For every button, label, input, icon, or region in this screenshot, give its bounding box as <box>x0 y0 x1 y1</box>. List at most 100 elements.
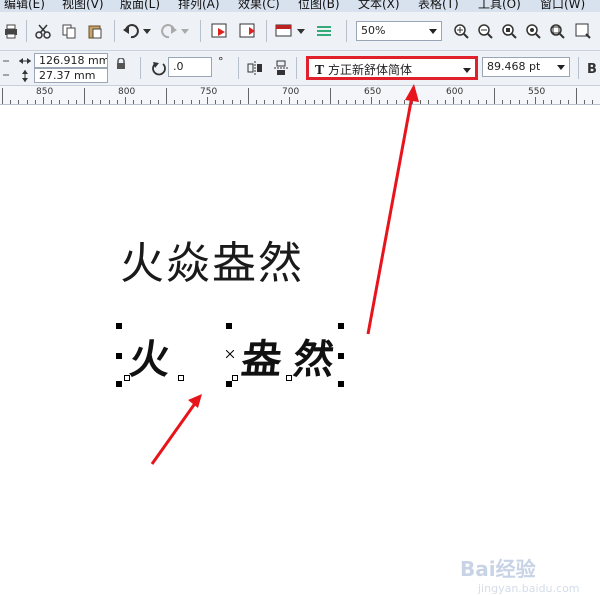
ruler-tick <box>18 100 19 104</box>
redo-icon[interactable] <box>160 22 178 40</box>
launcher-dropdown-icon[interactable] <box>296 24 306 38</box>
menu-tools[interactable]: 工具(O) <box>478 0 521 12</box>
baidu-watermark: Bai经验 jingyan.baidu.com <box>460 557 580 595</box>
text-node[interactable] <box>124 375 130 381</box>
ruler-tick <box>535 97 536 104</box>
menu-table[interactable]: 表格(T) <box>418 0 459 12</box>
ruler-tick <box>92 100 93 104</box>
zoom-level-select[interactable]: 50% <box>356 21 442 41</box>
menu-edit[interactable]: 编辑(E) <box>4 0 45 12</box>
selection-handle[interactable] <box>338 381 344 387</box>
mirror-vertical-icon[interactable] <box>272 59 290 77</box>
selection-handle[interactable] <box>226 381 232 387</box>
ruler-label: 600 <box>446 87 464 97</box>
selected-char-ang[interactable]: 盎 <box>239 327 285 385</box>
selection-handle[interactable] <box>226 323 232 329</box>
text-node[interactable] <box>178 375 184 381</box>
font-size-select[interactable]: 89.468 pt <box>482 57 570 77</box>
ruler-tick <box>363 100 364 104</box>
menu-layout[interactable]: 版面(L) <box>120 0 160 12</box>
menu-window[interactable]: 窗口(W) <box>540 0 585 12</box>
cut-icon[interactable] <box>34 22 52 40</box>
copy-icon[interactable] <box>60 22 78 40</box>
ruler-tick <box>10 100 11 104</box>
ruler-tick <box>256 100 257 104</box>
menu-bar: 编辑(E) 视图(V) 版面(L) 排列(A) 效果(C) 位图(B) 文本(X… <box>0 0 600 12</box>
menu-view[interactable]: 视图(V) <box>62 0 104 12</box>
ruler-tick <box>330 88 331 104</box>
import-icon[interactable] <box>210 22 230 40</box>
svg-text:B: B <box>587 62 597 75</box>
ruler-label: 700 <box>282 87 300 97</box>
drawing-canvas[interactable]: 火焱盎然 火 盎 然 Bai经验 jingyan.baidu.com <box>0 105 600 595</box>
ruler-tick <box>510 100 511 104</box>
ruler-tick <box>346 100 347 104</box>
ruler-tick <box>412 88 413 104</box>
ruler-tick <box>297 100 298 104</box>
horizontal-ruler[interactable]: 850 800 750 700 650 600 550 <box>0 86 600 105</box>
zoom-out-icon[interactable] <box>476 22 494 40</box>
ruler-tick <box>478 100 479 104</box>
ruler-tick <box>527 100 528 104</box>
ruler-tick <box>150 100 151 104</box>
ruler-tick <box>273 100 274 104</box>
menu-text[interactable]: 文本(X) <box>358 0 400 12</box>
zoom-all-objects-icon[interactable] <box>524 22 542 40</box>
selection-handle[interactable] <box>116 323 122 329</box>
zoom-page-icon[interactable] <box>548 22 566 40</box>
rotation-field[interactable]: .0 <box>168 57 212 77</box>
object-position-stub[interactable] <box>0 54 10 82</box>
ruler-tick <box>158 100 159 104</box>
height-icon <box>18 69 32 83</box>
redo-dropdown-icon[interactable] <box>180 24 190 38</box>
ruler-tick <box>576 88 577 104</box>
ruler-tick <box>59 100 60 104</box>
zoom-in-icon[interactable] <box>452 22 470 40</box>
undo-dropdown-icon[interactable] <box>142 24 152 38</box>
ruler-tick <box>396 100 397 104</box>
options-icon[interactable] <box>314 22 334 40</box>
lock-ratio-icon[interactable] <box>114 57 128 71</box>
menu-effects[interactable]: 效果(C) <box>238 0 280 12</box>
text-node[interactable] <box>232 375 238 381</box>
selected-char-fire[interactable]: 火 <box>127 327 173 385</box>
export-icon[interactable] <box>238 22 258 40</box>
mirror-horizontal-icon[interactable] <box>246 59 264 77</box>
paste-icon[interactable] <box>86 22 104 40</box>
menu-bitmap[interactable]: 位图(B) <box>298 0 340 12</box>
ruler-tick <box>207 97 208 104</box>
ruler-tick <box>100 100 101 104</box>
text-node[interactable] <box>286 375 292 381</box>
selection-handle[interactable] <box>338 323 344 329</box>
ruler-tick <box>281 100 282 104</box>
bold-icon[interactable]: B <box>584 59 600 77</box>
ruler-tick <box>84 88 85 104</box>
selection-handle[interactable] <box>116 381 122 387</box>
center-marker-icon[interactable] <box>225 349 235 359</box>
artistic-text-original[interactable]: 火焱盎然 <box>120 227 304 291</box>
ruler-label: 550 <box>528 87 546 97</box>
zoom-page-width-icon[interactable] <box>574 22 592 40</box>
selection-handle[interactable] <box>116 353 122 359</box>
menu-arrange[interactable]: 排列(A) <box>178 0 220 12</box>
width-field[interactable]: 126.918 mm <box>34 53 108 68</box>
application-launcher-icon[interactable] <box>274 22 294 40</box>
zoom-selected-icon[interactable] <box>500 22 518 40</box>
rotation-icon <box>150 59 168 77</box>
height-field[interactable]: 27.37 mm <box>34 68 108 83</box>
ruler-tick <box>199 100 200 104</box>
ruler-tick <box>494 88 495 104</box>
ruler-tick <box>519 100 520 104</box>
width-icon <box>18 55 32 67</box>
ruler-tick <box>584 100 585 104</box>
ruler-tick <box>2 88 3 104</box>
truetype-font-icon: T <box>315 63 324 77</box>
font-family-select[interactable]: T 方正新舒体简体 <box>306 56 478 80</box>
undo-icon[interactable] <box>122 22 140 40</box>
selection-handle[interactable] <box>338 353 344 359</box>
selected-char-ran[interactable]: 然 <box>291 327 337 385</box>
ruler-tick <box>223 100 224 104</box>
ruler-tick <box>51 100 52 104</box>
ruler-tick <box>27 100 28 104</box>
print-icon[interactable] <box>2 22 20 40</box>
